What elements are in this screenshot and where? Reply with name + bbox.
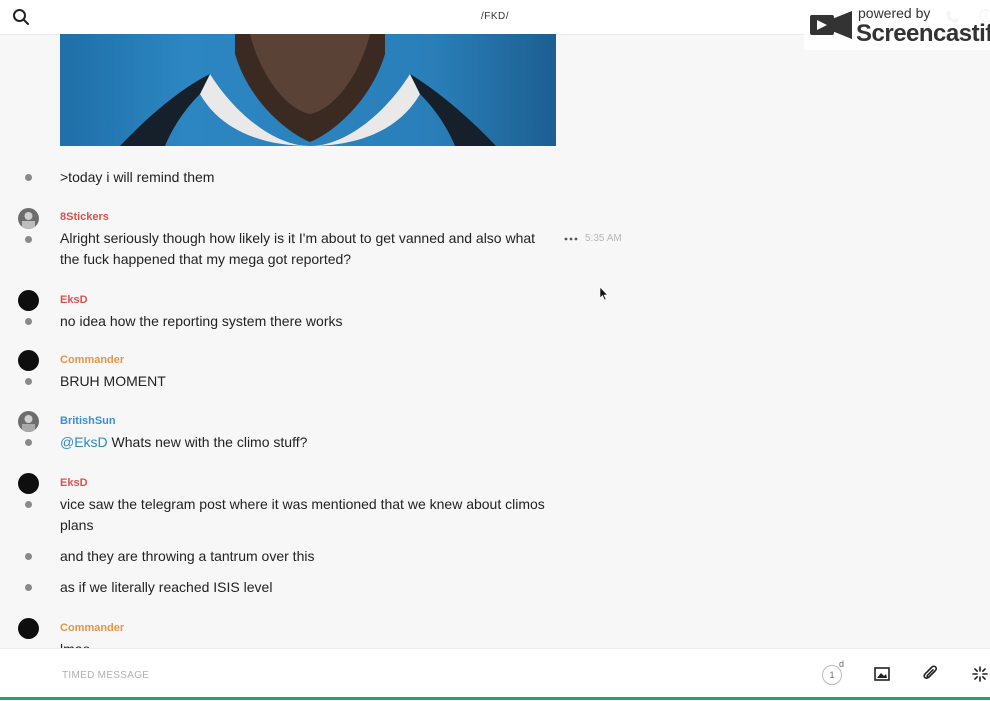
message-bullet: [25, 553, 32, 560]
message-text: lmao: [60, 639, 550, 648]
message-text: and they are throwing a tantrum over thi…: [60, 548, 315, 564]
message-list: >today i will remind them 8Stickers Alri…: [0, 34, 990, 648]
message-text: as if we literally reached ISIS level: [60, 579, 273, 595]
message-text: BRUH MOMENT: [60, 373, 166, 389]
author-name[interactable]: EksD: [60, 294, 88, 306]
message-bullet: [25, 378, 32, 385]
message-bullet: [25, 439, 32, 446]
avatar[interactable]: [18, 290, 39, 311]
message-composer: 1 d: [0, 648, 990, 701]
message-text: no idea how the reporting system there w…: [60, 313, 343, 329]
timer-button[interactable]: 1 d: [822, 659, 846, 685]
author-name[interactable]: Commander: [60, 622, 124, 634]
message-bullet: [25, 501, 32, 508]
image-attachment[interactable]: [60, 34, 556, 146]
timer-unit: d: [839, 659, 845, 669]
message-text: Alright seriously though how likely is i…: [60, 230, 536, 267]
avatar[interactable]: [18, 350, 39, 371]
message-text: @EksD Whats new with the climo stuff?: [60, 432, 550, 453]
author-name[interactable]: EksD: [60, 477, 88, 489]
message-text: >today i will remind them: [60, 169, 215, 185]
author-name[interactable]: Commander: [60, 354, 124, 366]
message-text: vice saw the telegram post where it was …: [60, 496, 545, 533]
user-mention[interactable]: @EksD: [60, 434, 108, 450]
message-bullet: [25, 236, 32, 243]
avatar[interactable]: [18, 208, 39, 229]
author-name[interactable]: BritishSun: [60, 415, 116, 427]
avatar[interactable]: [18, 473, 39, 494]
watermark-small-text: powered by: [858, 5, 931, 21]
message-timestamp: 5:35 AM: [585, 233, 622, 244]
avatar[interactable]: [18, 411, 39, 432]
message-bullet: [25, 318, 32, 325]
image-icon[interactable]: [874, 666, 890, 682]
author-name[interactable]: 8Stickers: [60, 211, 109, 223]
timed-message-input[interactable]: [60, 663, 764, 687]
paperclip-icon[interactable]: [923, 665, 939, 683]
sparkle-icon[interactable]: [972, 666, 988, 682]
avatar[interactable]: [18, 618, 39, 639]
message-body: Whats new with the climo stuff?: [107, 434, 308, 450]
message-bullet: [25, 174, 32, 181]
attachment-photo: [120, 34, 496, 146]
mouse-cursor-icon: [599, 286, 609, 301]
more-options-icon[interactable]: [564, 236, 578, 242]
message-bullet: [25, 584, 32, 591]
